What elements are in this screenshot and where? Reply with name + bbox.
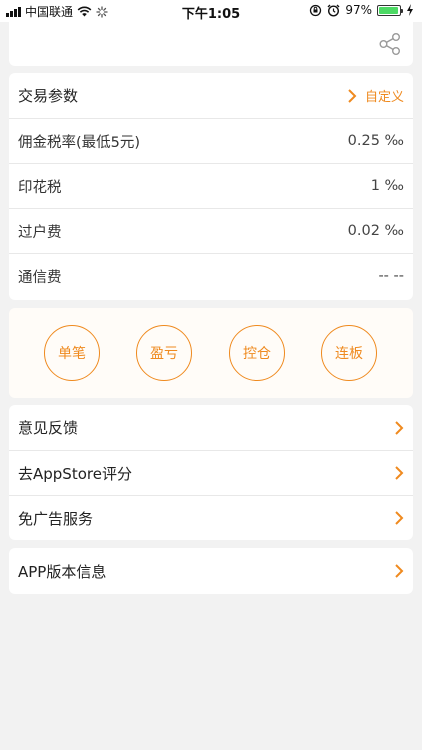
chevron-right-icon [395,420,404,435]
tool-single-button[interactable]: 单笔 [44,325,100,381]
share-icon[interactable] [377,31,403,57]
menu-item-appstore-rating[interactable]: 去AppStore评分 [9,450,413,495]
tool-position-button[interactable]: 控仓 [229,325,285,381]
charging-icon [407,4,413,16]
custom-label: 自定义 [364,90,404,105]
version-card: APP版本信息 [9,548,413,594]
custom-button[interactable]: 自定义 [347,86,404,105]
trade-params-title: 交易参数 [18,87,79,105]
param-value: -- -- [378,268,404,284]
chevron-right-icon [395,466,404,480]
tools-card: 单笔 盈亏 控仓 连板 [9,308,413,398]
param-row-stamp-tax: 印花税 1 ‰ [9,163,413,208]
menu-item-label: 免广告服务 [18,509,94,528]
param-value: 0.02 ‰ [347,223,404,239]
header-card [9,22,413,66]
orientation-lock-icon [310,4,322,16]
chevron-right-icon [348,88,357,103]
param-label: 过户费 [18,224,62,241]
param-value: 1 ‰ [370,178,404,194]
menu-item-ad-free[interactable]: 免广告服务 [9,495,413,540]
param-row-commission: 佣金税率(最低5元) 0.25 ‰ [9,118,413,163]
param-label: 通信费 [18,269,62,286]
battery-percent: 97% [345,3,372,17]
trade-params-header: 交易参数 自定义 [9,73,413,118]
menu-item-feedback[interactable]: 意见反馈 [9,405,413,450]
chevron-right-icon [395,564,404,578]
param-label: 印花税 [18,179,62,196]
alarm-icon [327,4,340,17]
battery-icon [377,4,403,16]
param-row-comm-fee: 通信费 -- -- [9,253,413,298]
param-row-transfer-fee: 过户费 0.02 ‰ [9,208,413,253]
tool-profit-loss-button[interactable]: 盈亏 [136,325,192,381]
param-label: 佣金税率(最低5元) [18,134,141,151]
menu-item-label: 去AppStore评分 [18,464,132,483]
menu-item-label: 意见反馈 [18,419,79,437]
battery-fill [379,6,399,14]
menu-item-label: APP版本信息 [18,562,107,581]
tool-limit-up-button[interactable]: 连板 [321,325,377,381]
status-bar: 中国联通 下午1:05 97% [0,0,422,22]
param-value: 0.25 ‰ [347,133,404,149]
chevron-right-icon [395,511,404,525]
menu-item-app-version[interactable]: APP版本信息 [9,548,413,594]
status-right: 97% [309,3,414,17]
menu-card: 意见反馈 去AppStore评分 免广告服务 [9,405,413,540]
trade-params-card: 交易参数 自定义 佣金税率(最低5元) 0.25 ‰ 印花税 1 ‰ 过户费 0… [9,73,413,300]
